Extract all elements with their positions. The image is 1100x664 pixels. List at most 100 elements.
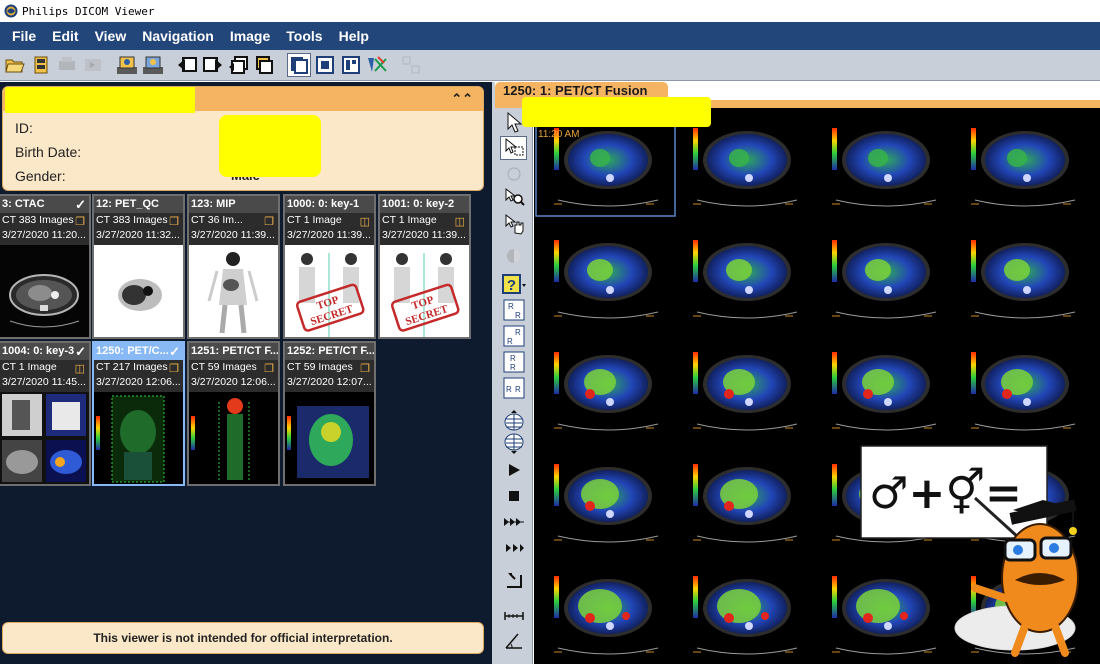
series-tile[interactable]: 1000: 0: key-1 CT 1 Image 3/27/2020 11:39.… [283, 194, 376, 339]
collapse-up-icon[interactable]: ⌃⌃ [451, 91, 473, 107]
next-study-button[interactable] [253, 53, 277, 77]
pet-ct-slice[interactable] [832, 352, 937, 431]
open-folder-button[interactable] [3, 53, 27, 77]
play-button[interactable] [500, 458, 527, 482]
series-thumbnail-image [189, 392, 278, 484]
flip-horizontal-button[interactable]: RR [500, 376, 527, 400]
pan-select-icon [505, 137, 523, 156]
previous-series-button[interactable] [175, 53, 199, 77]
series-thumbnail-image [0, 392, 89, 484]
cartoon-mascot-overlay: ♂+⚥= [860, 445, 1079, 657]
menu-help[interactable]: Help [331, 22, 377, 50]
cine-stack-button[interactable] [500, 408, 527, 432]
pan-hand-button[interactable] [500, 212, 527, 236]
reorient-lr-button[interactable]: RR [500, 298, 527, 322]
checkmark-icon: ✓ [75, 197, 86, 212]
open-study-button[interactable] [29, 53, 53, 77]
pet-ct-slice[interactable] [554, 240, 659, 319]
single-layout-button[interactable] [287, 53, 311, 77]
series-tile[interactable]: 1004: 0: key-3 ✓ CT 1 Image 3/27/2020 11:45… [0, 341, 91, 486]
jump-button[interactable] [500, 568, 527, 592]
pet-ct-slice[interactable] [554, 576, 659, 655]
arrow-left-icon [178, 57, 197, 72]
ruler-button[interactable] [500, 604, 527, 628]
pet-ct-slice[interactable] [832, 240, 937, 319]
print-button[interactable] [55, 53, 79, 77]
pet-ct-slice[interactable] [971, 240, 1076, 319]
compare-button[interactable] [399, 53, 423, 77]
pet-ct-slice[interactable] [693, 464, 798, 543]
cine-stack-down-button[interactable] [500, 432, 527, 456]
svg-text:R: R [508, 302, 514, 311]
magnify-button[interactable] [500, 186, 527, 210]
reorient-rotate-button[interactable]: RR [500, 324, 527, 348]
stack-layout-button[interactable] [313, 53, 337, 77]
sync-button[interactable] [365, 53, 389, 77]
tile-layout-button[interactable] [339, 53, 363, 77]
disclaimer-banner: This viewer is not intended for official… [2, 622, 484, 654]
series-tile[interactable]: 1001: 0: key-2 CT 1 Image 3/27/2020 11:39.… [378, 194, 471, 339]
series-tile[interactable]: 1251: PET/CT F... CT 59 Images 3/27/2020 1… [187, 341, 280, 486]
series-thumbnail-image [94, 392, 183, 484]
series-tile-info: CT 59 Images 3/27/2020 12:07... ❐ [285, 360, 374, 392]
series-title-text: 3: CTAC [2, 198, 45, 210]
sync-icon [368, 56, 387, 72]
zoom-cursor-icon [507, 167, 520, 181]
series-title-text: 12: PET_QC [96, 198, 159, 210]
pet-ct-slice[interactable] [693, 240, 798, 319]
series-tile[interactable]: 3: CTAC ✓ CT 383 Images 3/27/2020 11:20... ❐ [0, 194, 91, 339]
export-icon [85, 59, 101, 71]
pointer-icon [507, 111, 522, 133]
menu-image[interactable]: Image [222, 22, 278, 50]
pet-ct-slice[interactable] [693, 352, 798, 431]
series-tile-title: 1000: 0: key-1 [285, 196, 374, 213]
pet-ct-slice[interactable] [554, 464, 659, 543]
export-button[interactable] [81, 53, 105, 77]
flip-vertical-button[interactable]: RR [500, 350, 527, 374]
angle-button[interactable] [500, 628, 527, 652]
series-tile-title: 1001: 0: key-2 [380, 196, 469, 213]
next-series-button[interactable] [201, 53, 225, 77]
series-title-text: 1251: PET/CT F... [191, 345, 278, 357]
flip-horizontal-icon: RR [503, 377, 524, 399]
contrast-icon [506, 249, 521, 263]
stop-button[interactable] [500, 484, 527, 508]
zoom-cursor-button[interactable] [500, 162, 527, 186]
fast-forward-button[interactable] [500, 510, 527, 534]
pet-ct-slice[interactable] [971, 352, 1076, 431]
series-tile-title: 1252: PET/CT F... [285, 343, 374, 360]
window-level-button[interactable] [500, 244, 527, 268]
menu-navigation[interactable]: Navigation [134, 22, 222, 50]
series-tile-title: 123: MIP [189, 196, 278, 213]
series-title-text: 123: MIP [191, 198, 236, 210]
magnifier-icon [505, 187, 525, 206]
double-arrow-right-icon [256, 56, 273, 74]
series-tile[interactable]: 12: PET_QC CT 383 Images 3/27/2020 11:32..… [92, 194, 185, 339]
pet-ct-slice[interactable] [971, 128, 1076, 207]
pet-ct-slice[interactable] [832, 128, 937, 207]
menu-edit[interactable]: Edit [44, 22, 86, 50]
study-info-button[interactable] [141, 53, 165, 77]
layout-stack-icon [316, 56, 334, 74]
help-query-button[interactable]: ? [500, 272, 527, 296]
dicom-viewer-window: Philips DICOM Viewer File Edit View Navi… [0, 0, 1100, 664]
menu-file[interactable]: File [4, 22, 44, 50]
pet-ct-slice[interactable] [693, 128, 798, 207]
pan-select-button[interactable] [500, 136, 527, 160]
menu-view[interactable]: View [87, 22, 135, 50]
previous-study-button[interactable] [227, 53, 251, 77]
pet-ct-slice[interactable] [693, 576, 798, 655]
hand-icon [505, 213, 523, 235]
series-tile[interactable]: 1250: PET/C... ✓ CT 217 Images 3/27/2020 12… [92, 341, 185, 486]
layout-single-icon [291, 57, 308, 74]
pet-ct-slice[interactable] [554, 352, 659, 431]
skip-forward-button[interactable] [500, 536, 527, 560]
patient-list-button[interactable] [115, 53, 139, 77]
menu-tools[interactable]: Tools [278, 22, 330, 50]
stack-icon: ❐ [169, 216, 179, 228]
svg-text:R: R [515, 328, 521, 337]
redacted-patient-name [5, 87, 195, 113]
film-icon [34, 56, 48, 74]
series-tile[interactable]: 123: MIP CT 36 Im... 3/27/2020 11:39... ❐ [187, 194, 280, 339]
series-tile[interactable]: 1252: PET/CT F... CT 59 Images 3/27/2020 1… [283, 341, 376, 486]
